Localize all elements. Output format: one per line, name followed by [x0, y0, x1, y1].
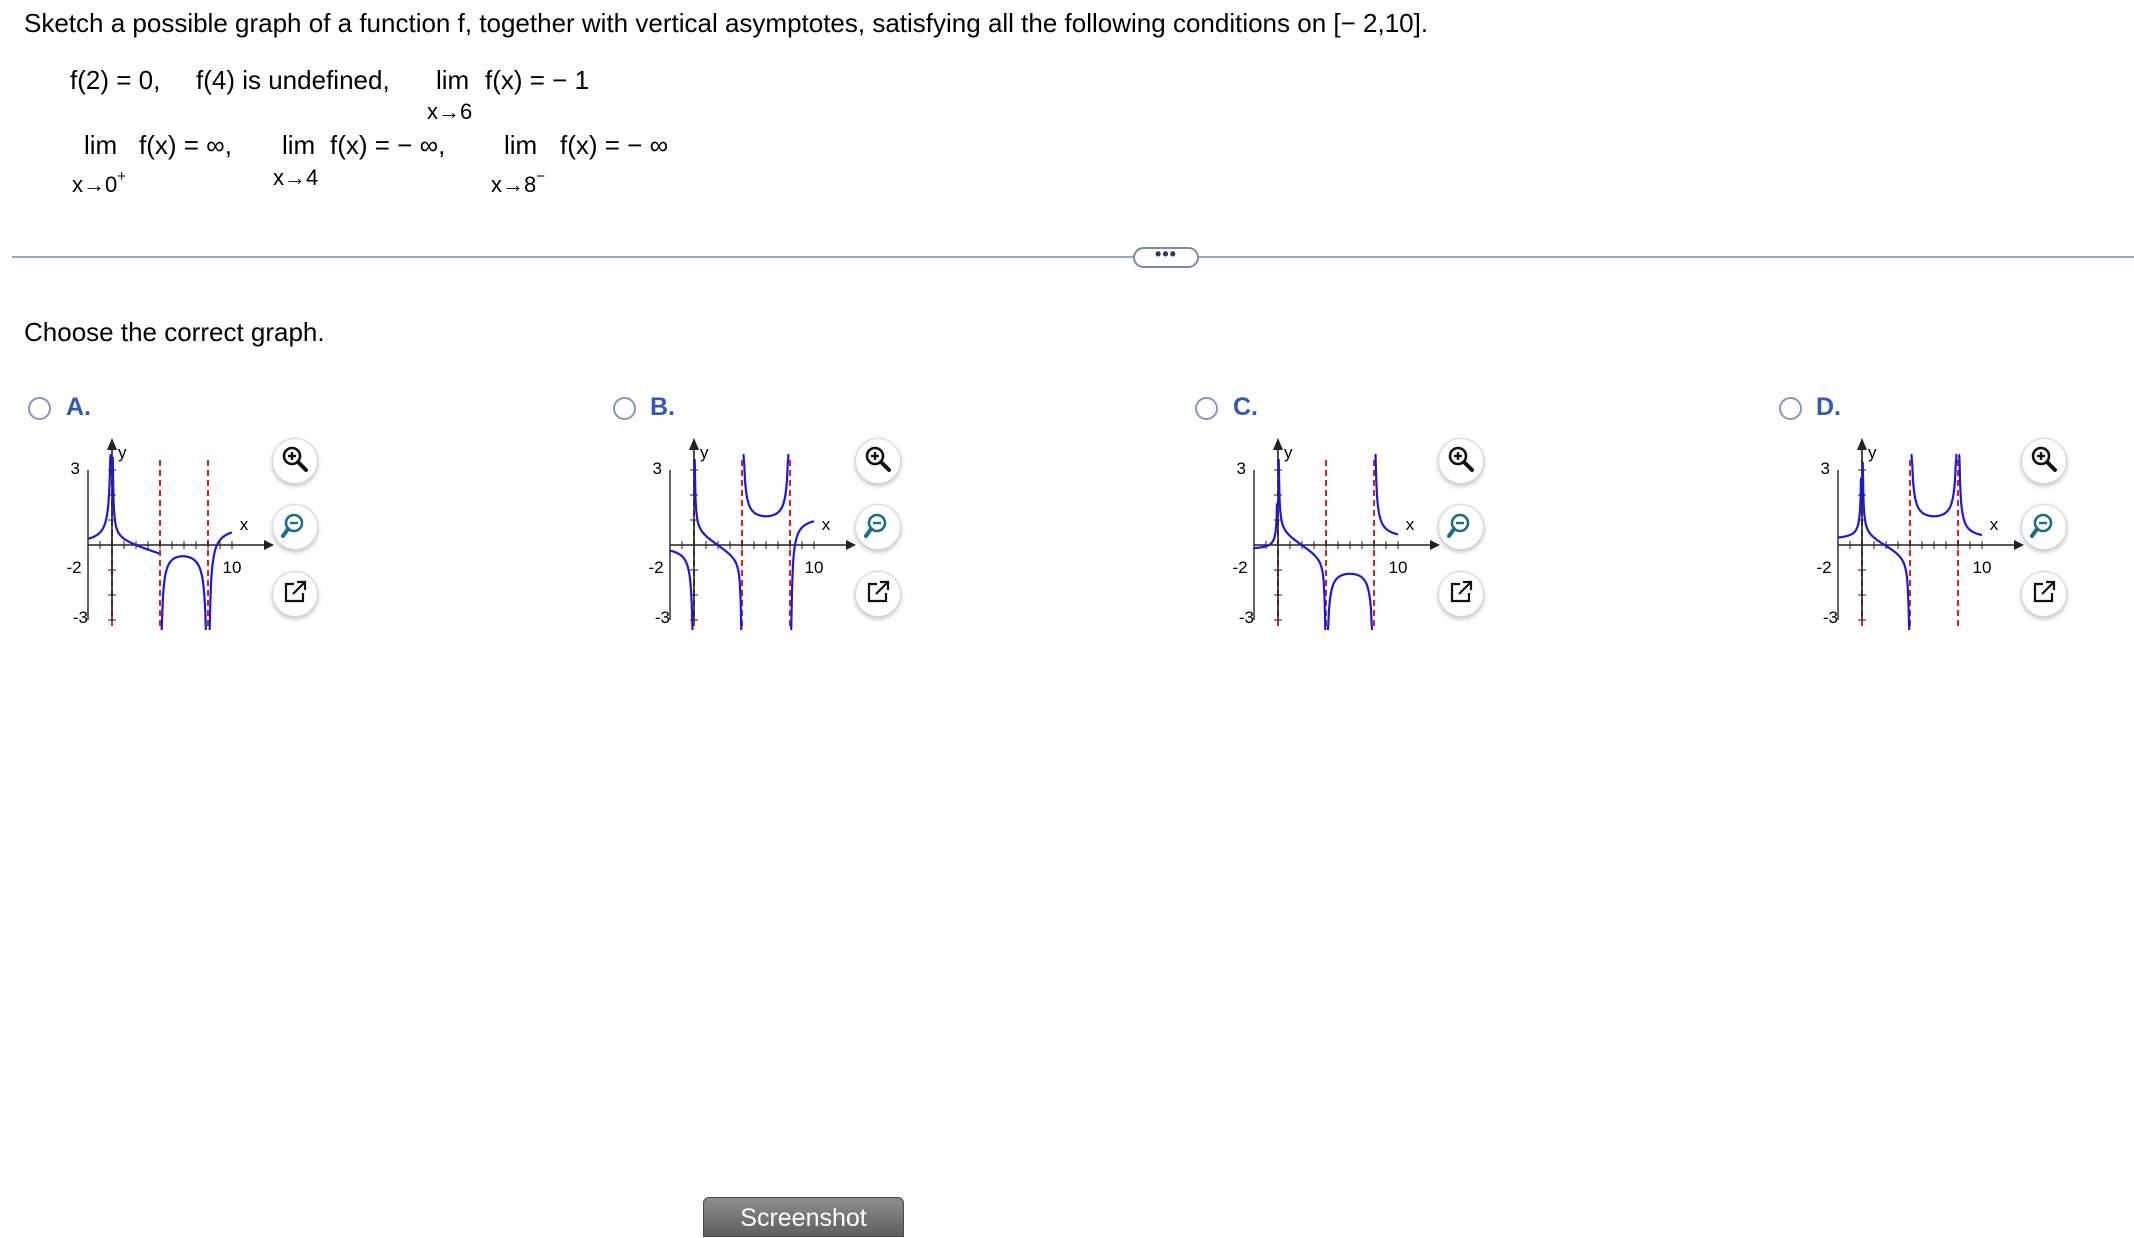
condition-lim6-lim: lim: [436, 65, 470, 95]
option-c-radio[interactable]: [1195, 397, 1218, 420]
condition-f2: f(2) = 0,: [70, 65, 161, 95]
condition-lim4-sub: x→4: [273, 165, 319, 190]
zoom-in-icon: [2029, 444, 2059, 479]
x-axis-label: x: [822, 515, 831, 534]
option-b-popout-button[interactable]: [855, 571, 901, 617]
x-axis-arrow: [846, 540, 856, 550]
y-axis-arrow: [1273, 438, 1283, 450]
popout-icon: [2029, 577, 2059, 612]
option-b-zoom-out-button[interactable]: [855, 504, 901, 550]
zoom-in-icon: [863, 444, 893, 479]
option-c-graph[interactable]: 3 -2 -3 10 x y: [1226, 430, 1446, 630]
condition-lim4-expr: f(x) = − ∞,: [330, 130, 446, 160]
zoom-out-icon: [280, 510, 310, 545]
tick-label-x-right: 10: [1389, 558, 1408, 577]
option-d-radio[interactable]: [1779, 397, 1802, 420]
function-curve: [1910, 453, 1958, 518]
zoom-out-icon: [1446, 510, 1476, 545]
y-axis-arrow: [689, 438, 699, 450]
option-a-zoom-in-button[interactable]: [272, 438, 318, 484]
y-axis-arrow: [107, 438, 117, 450]
instruction-text: Choose the correct graph.: [24, 317, 325, 347]
option-a-radio[interactable]: [28, 397, 51, 420]
tick-label-y-bottom: -3: [73, 608, 88, 627]
condition-lim8-expr: f(x) = − ∞: [560, 130, 669, 160]
condition-lim0-lim: lim: [84, 130, 118, 160]
y-axis-label: y: [1284, 443, 1293, 462]
tick-label-y-bottom: -3: [1239, 608, 1254, 627]
option-c-zoom-out-button[interactable]: [1438, 504, 1484, 550]
condition-lim0-sub: x→0+: [72, 168, 127, 197]
function-curve: [87, 453, 112, 540]
function-curve: [1374, 453, 1399, 536]
function-curve: [742, 453, 790, 518]
function-curve: [1861, 461, 1911, 630]
condition-lim8-sub: x→8−: [491, 168, 546, 197]
condition-lim0-expr: f(x) = ∞,: [139, 130, 232, 160]
option-d-label[interactable]: D.: [1816, 393, 1841, 422]
function-curve: [1326, 572, 1374, 630]
option-d-graph[interactable]: 3 -2 -3 10 x y: [1810, 430, 2030, 630]
tick-label-x-right: 10: [805, 558, 824, 577]
section-divider: [12, 256, 2134, 258]
y-axis-label: y: [700, 443, 709, 462]
condition-lim4-lim: lim: [282, 130, 316, 160]
option-a-label[interactable]: A.: [66, 393, 91, 422]
function-curve: [669, 549, 694, 630]
tick-label-y-top: 3: [71, 459, 80, 478]
tick-label-x-left: -2: [1816, 558, 1831, 577]
condition-lim6-expr: f(x) = − 1: [485, 65, 590, 95]
popout-icon: [863, 577, 893, 612]
screenshot-button[interactable]: Screenshot: [703, 1197, 904, 1237]
option-d-zoom-out-button[interactable]: [2021, 504, 2067, 550]
condition-lim8-lim: lim: [504, 130, 538, 160]
x-axis-arrow: [1430, 540, 1440, 550]
tick-label-x-left: -2: [648, 558, 663, 577]
zoom-out-icon: [863, 510, 893, 545]
option-c-zoom-in-button[interactable]: [1438, 438, 1484, 484]
more-button[interactable]: •••: [1133, 245, 1199, 268]
tick-label-x-left: -2: [1232, 558, 1247, 577]
zoom-in-icon: [280, 444, 310, 479]
option-b-label[interactable]: B.: [650, 393, 675, 422]
function-curve: [160, 555, 207, 630]
option-b-zoom-in-button[interactable]: [855, 438, 901, 484]
condition-f4: f(4) is undefined,: [196, 65, 390, 95]
zoom-out-icon: [2029, 510, 2059, 545]
popout-icon: [280, 577, 310, 612]
question-prompt: Sketch a possible graph of a function f,…: [24, 8, 1429, 38]
option-a-popout-button[interactable]: [272, 571, 318, 617]
condition-lim6-sub: x→6: [427, 99, 473, 124]
zoom-in-icon: [1446, 444, 1476, 479]
option-b-radio[interactable]: [613, 397, 636, 420]
tick-label-y-bottom: -3: [1823, 608, 1838, 627]
x-axis-arrow: [2014, 540, 2024, 550]
option-d-zoom-in-button[interactable]: [2021, 438, 2067, 484]
x-axis-label: x: [240, 515, 249, 534]
tick-label-y-bottom: -3: [655, 608, 670, 627]
x-axis-label: x: [1990, 515, 1999, 534]
option-c-label[interactable]: C.: [1233, 393, 1258, 422]
tick-label-x-left: -2: [66, 558, 81, 577]
option-a-graph[interactable]: 3 -2 -3 10 x y: [60, 430, 280, 630]
tick-label-y-top: 3: [1237, 459, 1246, 478]
tick-label-y-top: 3: [1821, 459, 1830, 478]
function-curve: [1838, 477, 1863, 539]
option-d-popout-button[interactable]: [2021, 571, 2067, 617]
y-axis-label: y: [1868, 443, 1877, 462]
tick-label-y-top: 3: [653, 459, 662, 478]
y-axis-label: y: [118, 443, 127, 462]
y-axis-arrow: [1857, 438, 1867, 450]
option-b-graph[interactable]: 3 -2 -3 10 x y: [642, 430, 862, 630]
tick-label-x-right: 10: [223, 558, 242, 577]
x-axis-arrow: [264, 540, 274, 550]
option-a-zoom-out-button[interactable]: [272, 504, 318, 550]
x-axis-label: x: [1406, 515, 1415, 534]
tick-label-x-right: 10: [1973, 558, 1992, 577]
popout-icon: [1446, 577, 1476, 612]
function-curve: [111, 456, 160, 555]
function-curve: [1958, 453, 1983, 537]
option-c-popout-button[interactable]: [1438, 571, 1484, 617]
